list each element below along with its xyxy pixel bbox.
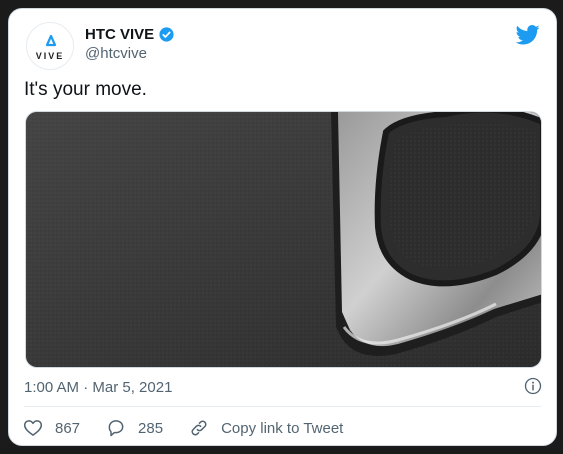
verified-badge-icon (159, 27, 174, 42)
avatar-logo-text: VIVE (35, 51, 65, 61)
tweet-timestamp[interactable]: 1:00 AM · Mar 5, 2021 (24, 379, 172, 396)
tweet-media-image[interactable] (25, 111, 542, 368)
avatar[interactable]: VIVE (26, 22, 74, 70)
info-icon[interactable] (524, 377, 542, 395)
copy-link-label: Copy link to Tweet (221, 419, 344, 437)
tweet-card: VIVE HTC VIVE @htcvive It's your move. 1… (8, 8, 557, 446)
copy-link-button[interactable]: Copy link to Tweet (189, 418, 343, 438)
author-name-row[interactable]: HTC VIVE (85, 26, 175, 43)
tweet-text: It's your move. (24, 79, 147, 100)
link-icon (191, 420, 207, 436)
heart-icon (23, 420, 43, 436)
reply-button[interactable]: 285 (106, 418, 163, 438)
reply-count: 285 (138, 419, 164, 437)
author-name[interactable]: HTC VIVE (85, 26, 154, 43)
like-count: 867 (55, 419, 81, 437)
author-handle[interactable]: @htcvive (85, 45, 147, 62)
reply-icon (108, 420, 124, 437)
divider (24, 406, 541, 407)
twitter-bird-icon[interactable] (516, 24, 540, 46)
media-image-content (26, 112, 541, 367)
like-button[interactable]: 867 (23, 418, 80, 438)
action-bar: 867 285 Copy link to Tweet (23, 418, 369, 438)
vive-logo-icon (45, 34, 57, 47)
